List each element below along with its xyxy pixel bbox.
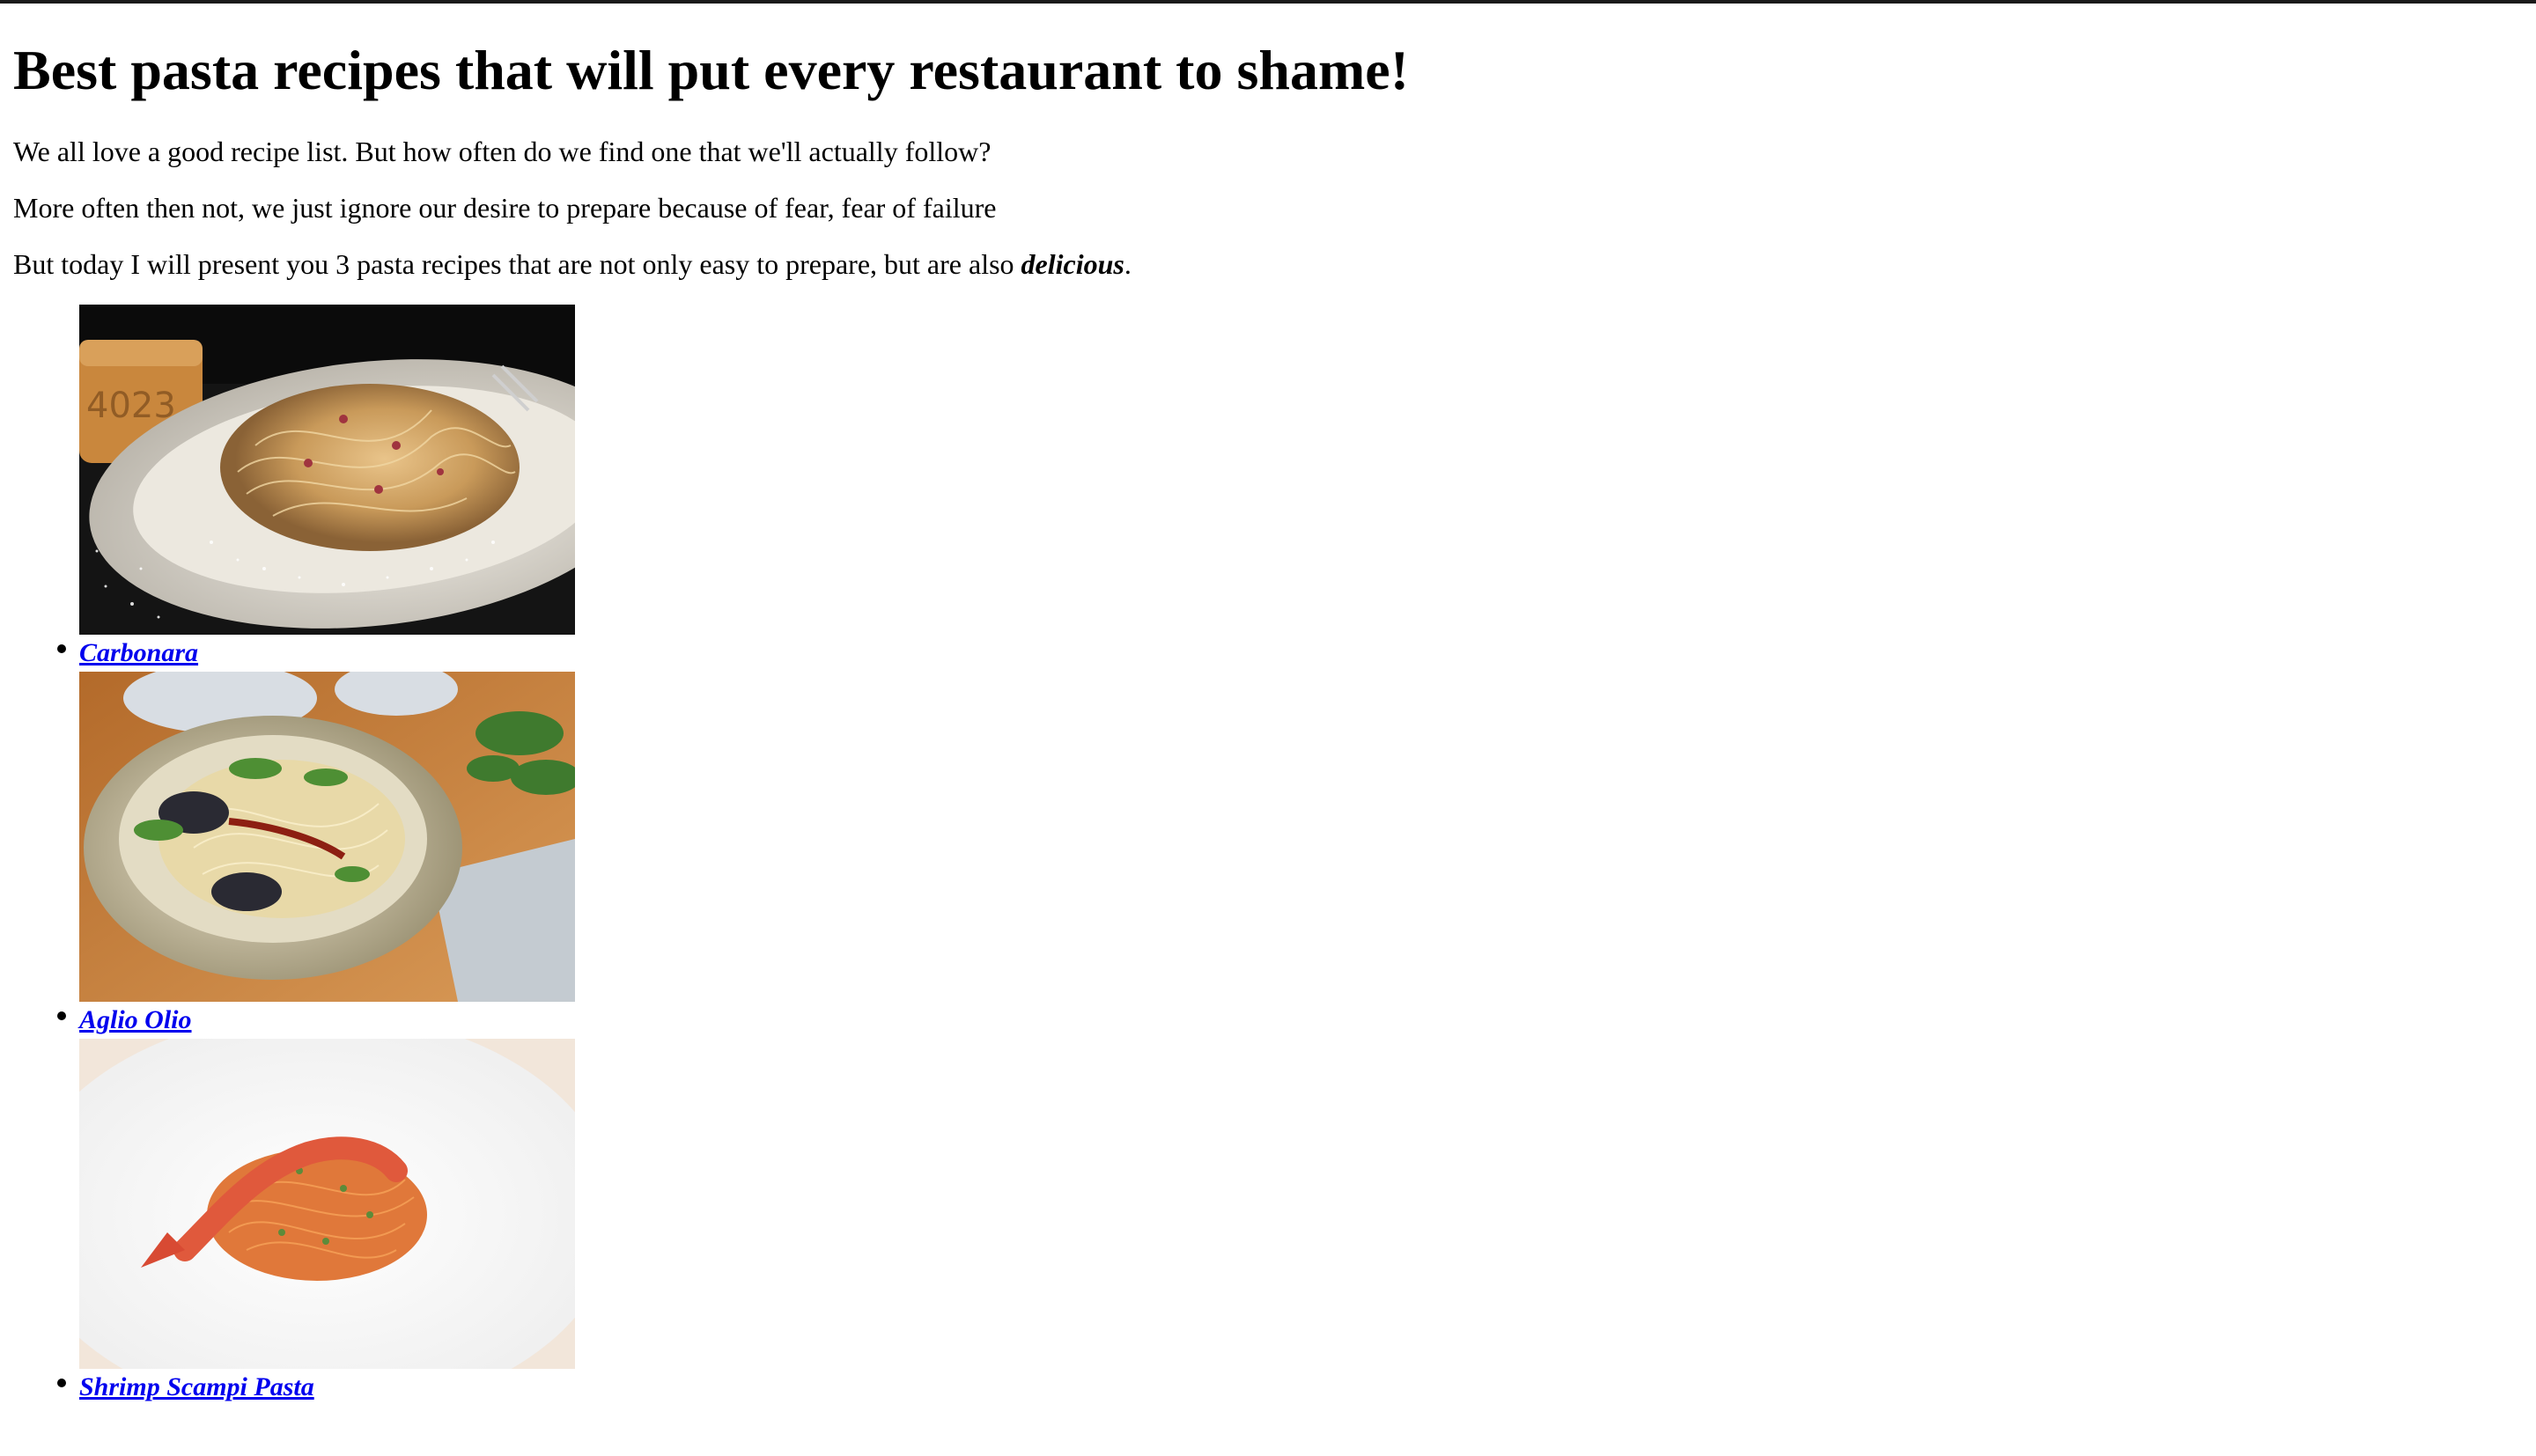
aglio-olio-image: [79, 672, 575, 1002]
shrimp-scampi-image: [79, 1039, 575, 1369]
intro-paragraph-3-end: .: [1124, 248, 1132, 280]
list-bullet: [57, 1379, 66, 1387]
list-item: Shrimp Scampi Pasta: [57, 1039, 590, 1406]
list-item: 4023 Carbonara: [57, 305, 590, 672]
recipe-link-aglio-olio[interactable]: Aglio Olio: [79, 1002, 192, 1039]
recipe-link-shrimp-scampi-pasta[interactable]: Shrimp Scampi Pasta: [79, 1369, 314, 1406]
intro-paragraph-3: But today I will present you 3 pasta rec…: [13, 246, 1132, 282]
carbonara-image: 4023: [79, 305, 575, 635]
intro-paragraph-1: We all love a good recipe list. But how …: [13, 136, 992, 167]
intro-paragraph-3-text: But today I will present you 3 pasta rec…: [13, 248, 1021, 280]
svg-text:4023: 4023: [86, 386, 176, 426]
list-bullet: [57, 1011, 66, 1020]
list-bullet: [57, 644, 66, 653]
recipe-link-carbonara[interactable]: Carbonara: [79, 635, 198, 672]
list-item: Aglio Olio: [57, 672, 590, 1039]
page-title: Best pasta recipes that will put every r…: [13, 39, 1409, 101]
emphasis-delicious: delicious: [1021, 248, 1124, 280]
page: Best pasta recipes that will put every r…: [0, 0, 2536, 1456]
intro-paragraph-2: More often then not, we just ignore our …: [13, 192, 997, 224]
recipe-list: 4023 Carbonara Aglio Olio Shrimp Scampi …: [13, 305, 630, 1406]
